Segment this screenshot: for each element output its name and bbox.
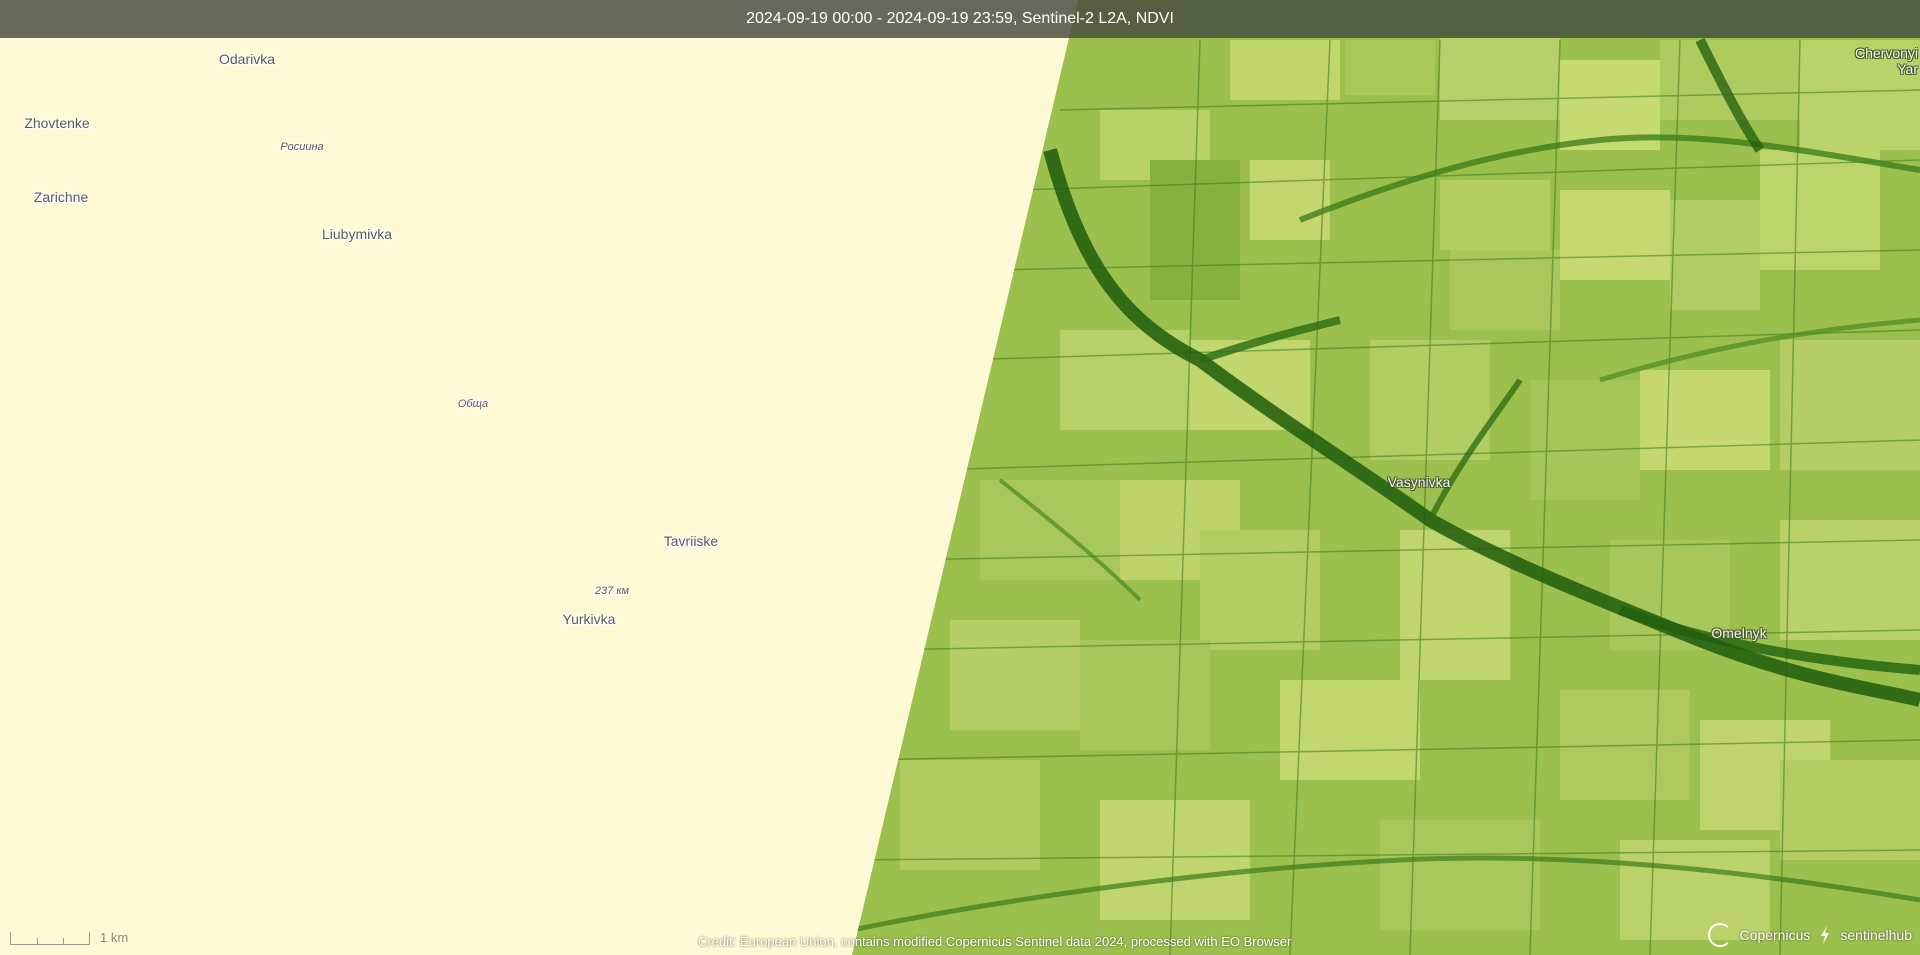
scale-bar: 1 km: [10, 930, 128, 945]
provider-logos[interactable]: Copernicus sentinelhub: [1707, 923, 1912, 947]
place-label-liubymivka: Liubymivka: [321, 226, 393, 242]
sentinelhub-logo-label: sentinelhub: [1840, 927, 1912, 943]
place-label-odarivka: Odarivka: [218, 51, 276, 67]
copernicus-logo-icon: [1707, 923, 1732, 947]
copernicus-logo-label: Copernicus: [1739, 927, 1811, 943]
place-label-tavriiske: Tavriiske: [663, 533, 719, 549]
place-label-zhovtenke: Zhovtenke: [24, 115, 90, 131]
place-label-omelnyk: Omelnyk: [1711, 625, 1767, 641]
place-label-chervonyi-line1: Chervonyi: [1854, 45, 1918, 61]
place-label-roschina: Росиина: [280, 141, 324, 153]
place-label-chervonyi-line2: Yar: [1897, 61, 1918, 77]
scale-bar-graphic: [10, 932, 90, 945]
road-label-237-km: 237 км: [594, 585, 630, 597]
date-layer-header: 2024-09-19 00:00 - 2024-09-19 23:59, Sen…: [0, 0, 1920, 38]
scale-bar-label: 1 km: [100, 930, 129, 945]
sentinelhub-logo-icon: [1821, 926, 1830, 944]
attribution-credit: Credit: European Union, contains modifie…: [698, 934, 1292, 949]
place-label-yurkivka: Yurkivka: [562, 611, 616, 627]
place-label-chervonyi-yar: Chervonyi Yar: [1855, 45, 1918, 77]
place-label-vasynivka: Vasynivka: [1387, 474, 1451, 490]
place-label-zarichne: Zarichne: [33, 189, 89, 205]
place-label-obsh: Обща: [457, 398, 489, 410]
